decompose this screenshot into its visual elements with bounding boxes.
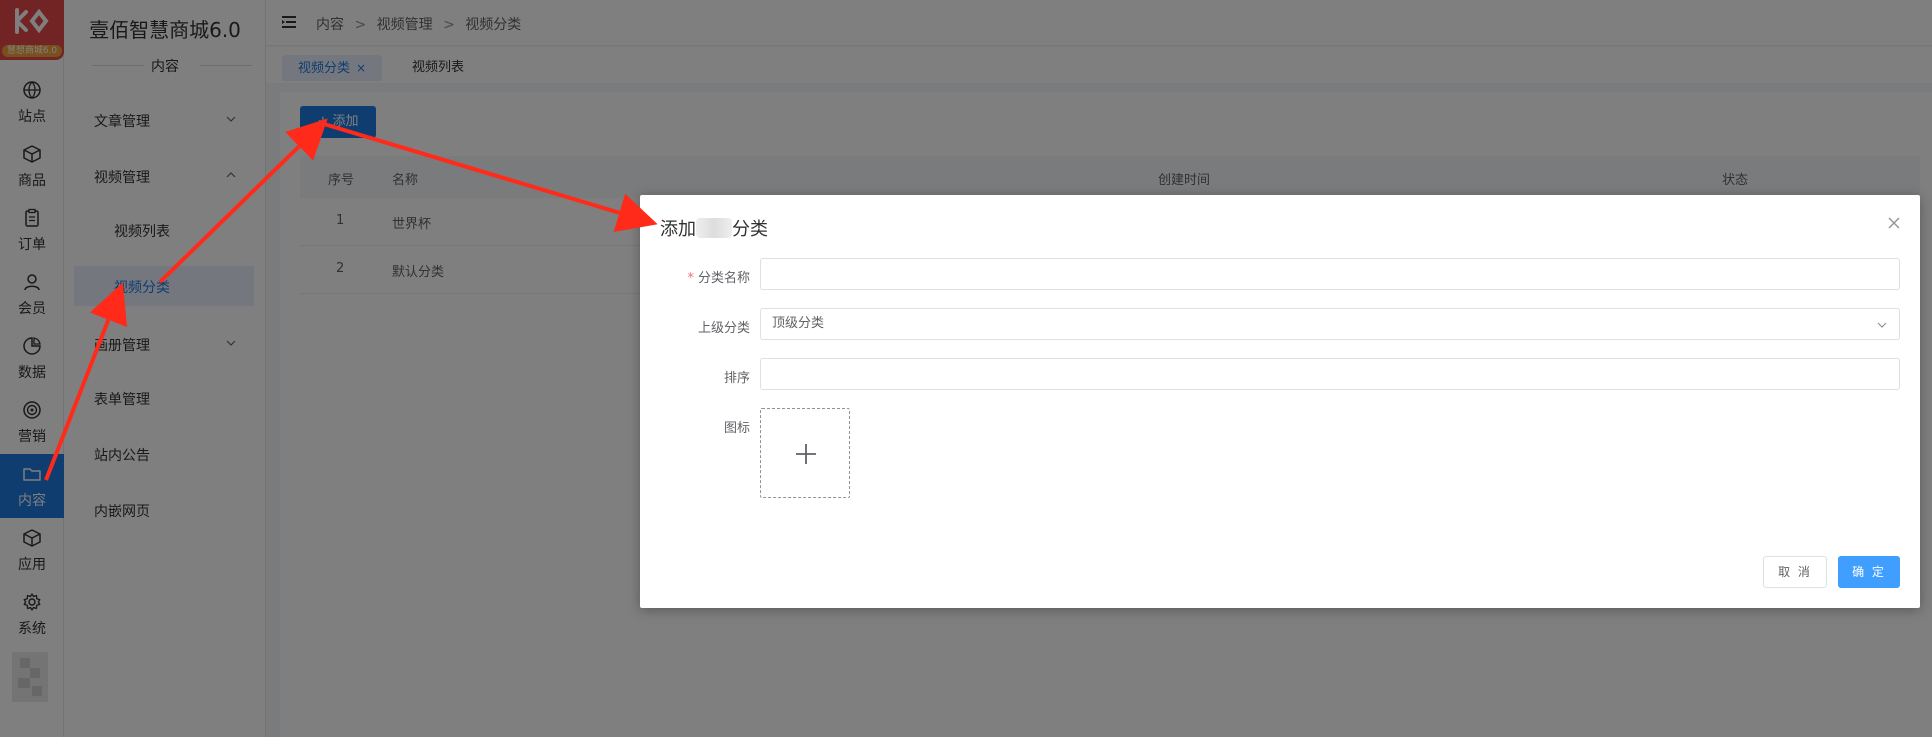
icon-upload[interactable]	[760, 408, 850, 498]
plus-icon	[796, 444, 816, 464]
cancel-button[interactable]: 取 消	[1763, 556, 1827, 588]
icon-label: 图标	[723, 421, 750, 436]
redacted-patch	[696, 218, 732, 238]
sort-label: 排序	[723, 371, 750, 386]
parent-category-select[interactable]: 顶级分类	[760, 308, 1900, 340]
form-row-parent: 上级分类 顶级分类	[660, 308, 1900, 342]
category-name-input[interactable]	[760, 258, 1900, 290]
dialog-title: 添加 分类	[660, 215, 768, 241]
form-row-name: * 分类名称	[660, 258, 1900, 292]
dialog-title-suffix: 分类	[732, 219, 768, 240]
form-row-sort: 排序	[660, 358, 1900, 392]
confirm-button[interactable]: 确 定	[1838, 556, 1900, 588]
add-category-dialog: 添加 分类 * 分类名称 上级分类 顶级分类 排序 图标 取 消 确 定	[640, 195, 1920, 608]
chevron-down-icon	[1877, 322, 1887, 328]
parent-label: 上级分类	[697, 321, 750, 336]
sort-input[interactable]	[760, 358, 1900, 390]
close-icon[interactable]	[1888, 217, 1900, 229]
dialog-title-prefix: 添加	[660, 219, 696, 240]
parent-category-value: 顶级分类	[772, 316, 825, 331]
form-row-icon: 图标	[660, 408, 1900, 498]
name-label: * 分类名称	[687, 271, 750, 286]
